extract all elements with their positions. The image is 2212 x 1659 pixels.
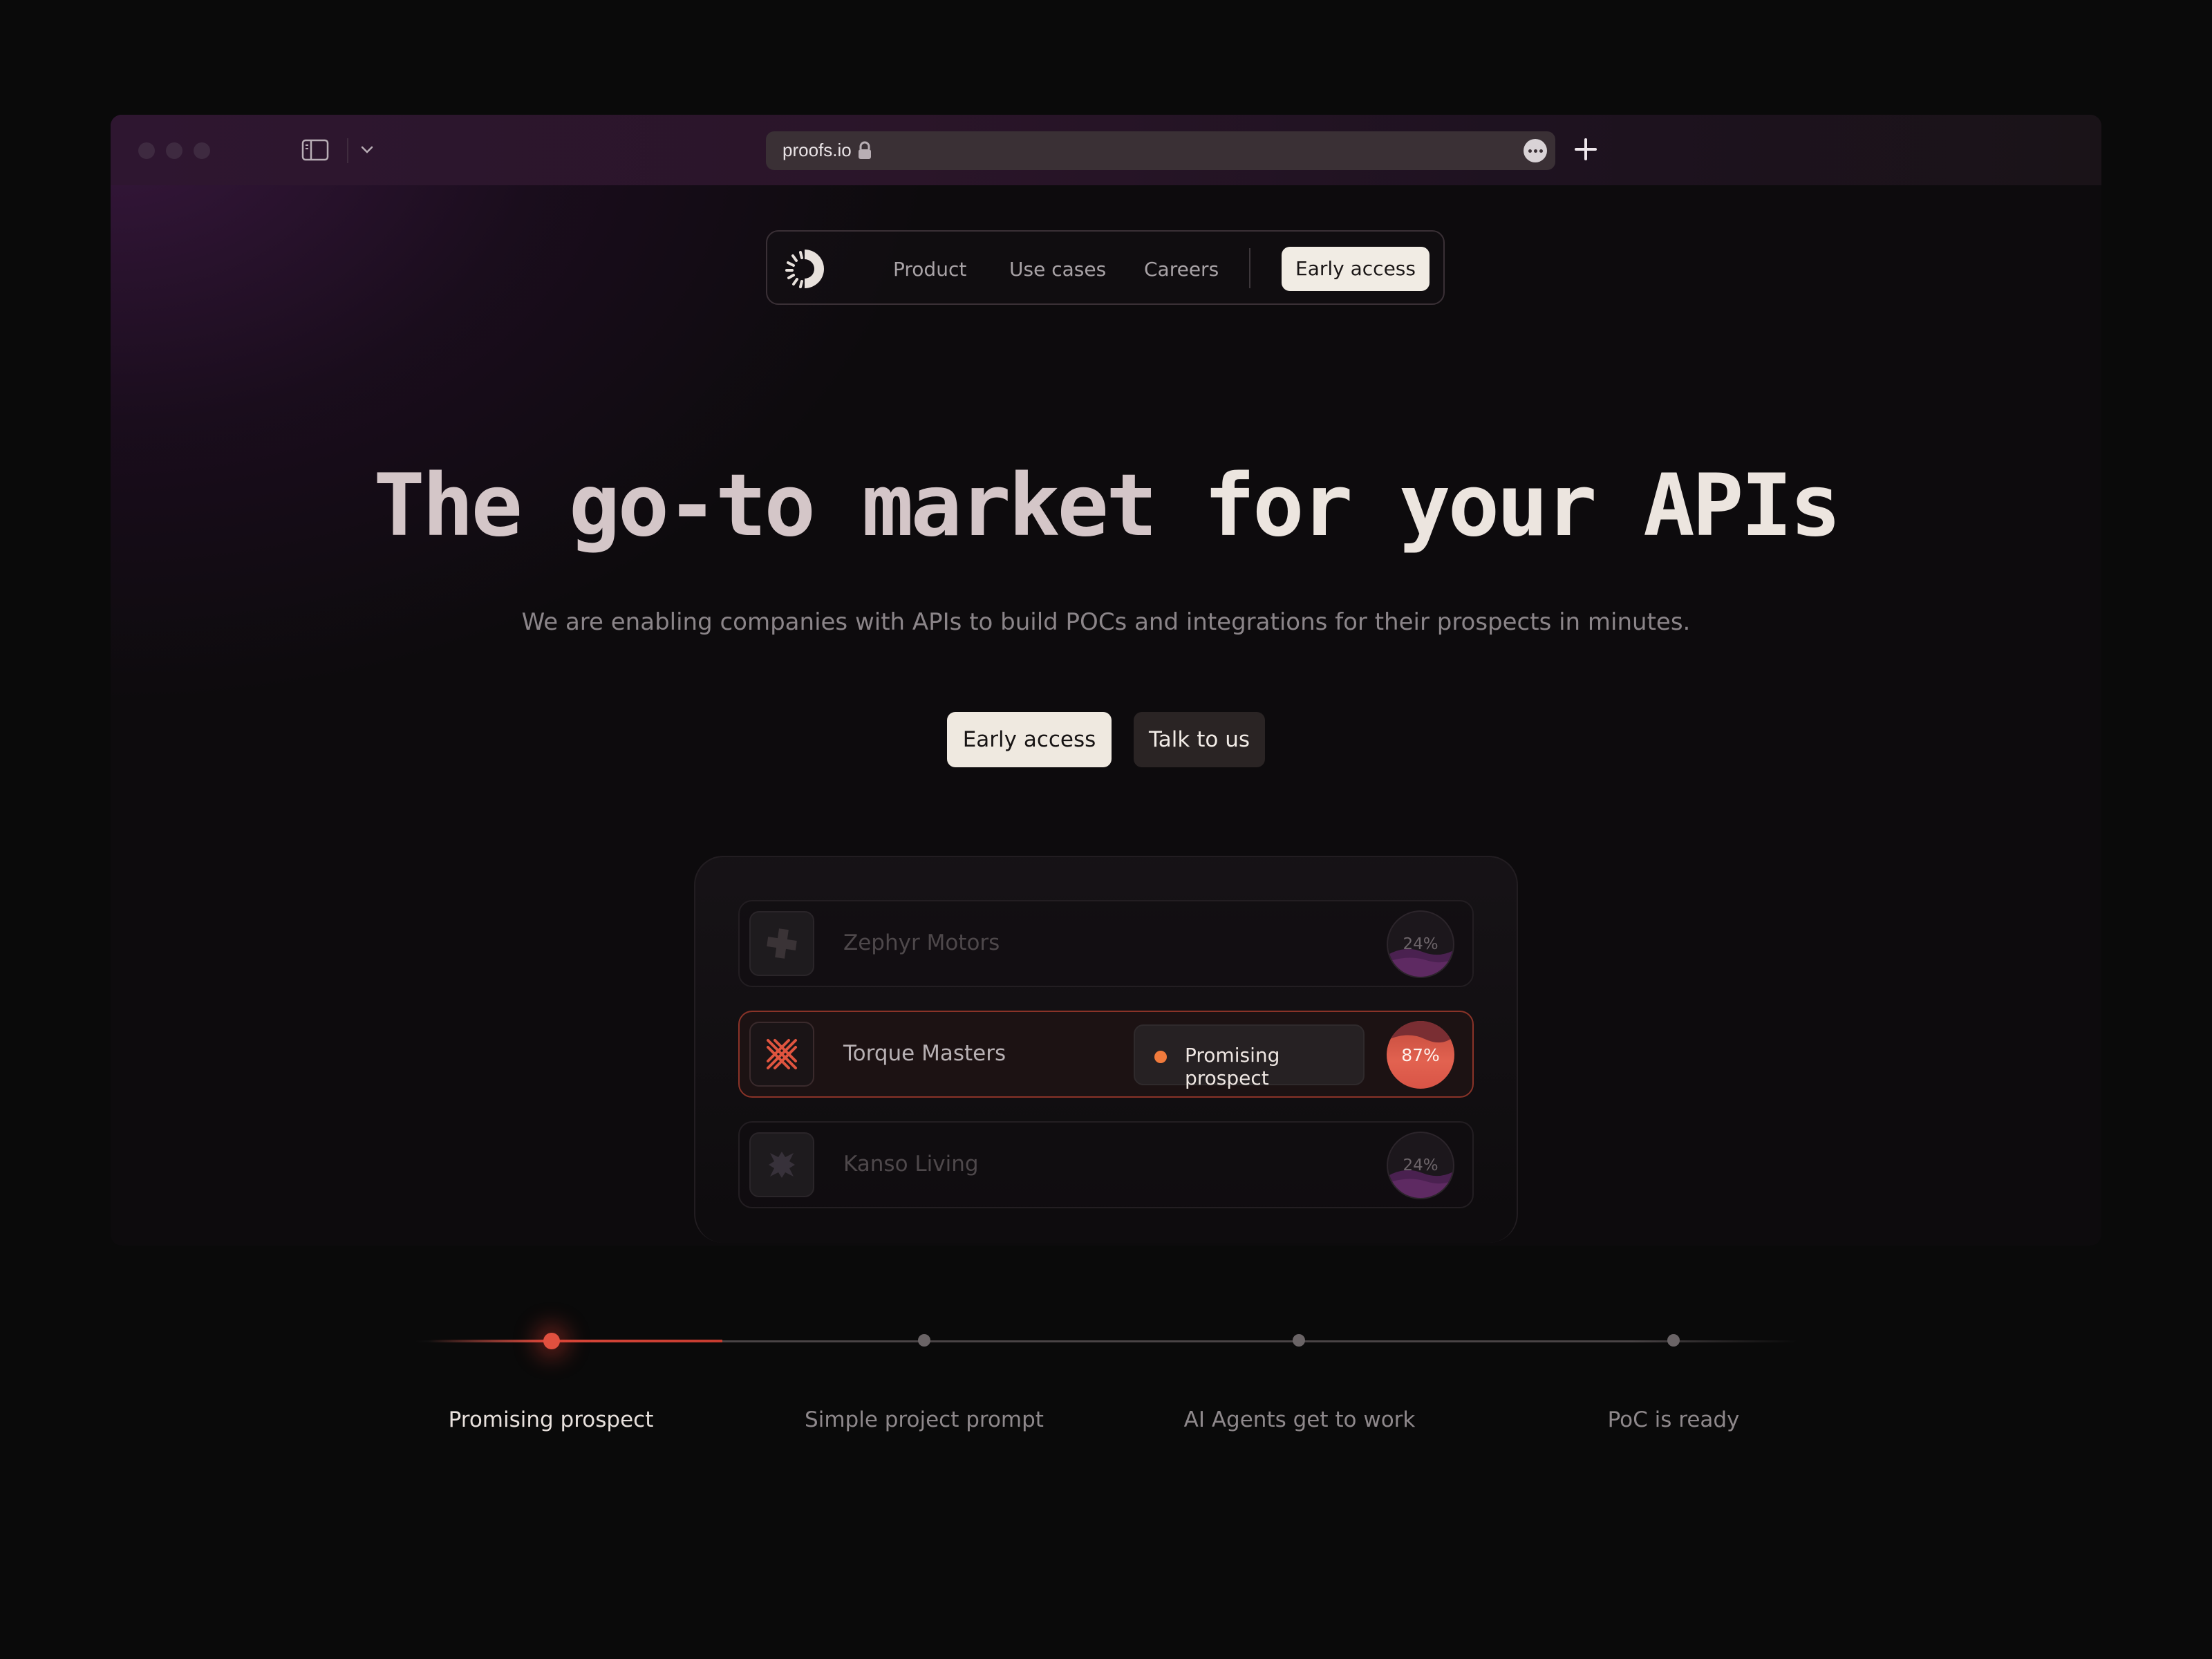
hero-subtitle: We are enabling companies with APIs to b…: [521, 608, 1691, 636]
close-window-button[interactable]: [138, 142, 155, 159]
score-circle: 24%: [1387, 910, 1454, 978]
chevron-down-icon[interactable]: [359, 145, 375, 155]
status-dot-icon: [1154, 1051, 1167, 1063]
minimize-window-button[interactable]: [166, 142, 182, 159]
score-value: 87%: [1401, 1045, 1440, 1065]
prospects-card: Zephyr Motors 24% Torque Masters Promisi…: [694, 856, 1518, 1243]
timeline-step-dot[interactable]: [918, 1334, 930, 1347]
site-nav: Product Use cases Careers Early access: [766, 230, 1445, 305]
more-icon[interactable]: [1524, 139, 1547, 162]
timeline-step-dot-active[interactable]: [543, 1333, 560, 1349]
timeline-step-dot[interactable]: [1667, 1334, 1680, 1347]
talk-to-us-button[interactable]: Talk to us: [1134, 712, 1265, 767]
nav-divider: [1249, 248, 1250, 288]
sidebar-icon[interactable]: [301, 138, 329, 162]
hero-title-part1: The go-to market: [373, 456, 1157, 556]
prospect-row-active[interactable]: Torque Masters Promising prospect 87%: [738, 1011, 1474, 1098]
hero-title: The go-to market for your APIs: [0, 456, 2212, 556]
timeline-progress: [429, 1340, 722, 1342]
proofs-logo-icon[interactable]: [781, 245, 828, 292]
nav-link-use-cases[interactable]: Use cases: [1009, 258, 1106, 281]
early-access-button[interactable]: Early access: [947, 712, 1112, 767]
timeline-step-label[interactable]: AI Agents get to work: [1127, 1407, 1472, 1432]
status-badge: Promising prospect: [1134, 1024, 1365, 1089]
asterisk-shape-icon: [749, 1132, 814, 1197]
prospect-row[interactable]: Kanso Living 24%: [738, 1121, 1474, 1208]
zoom-window-button[interactable]: [194, 142, 210, 159]
plus-shape-icon: [749, 911, 814, 976]
crosshatch-icon: [749, 1022, 814, 1087]
url-text[interactable]: proofs.io: [782, 140, 852, 161]
toolbar-divider: [347, 138, 348, 163]
nav-early-access-button[interactable]: Early access: [1282, 247, 1430, 291]
address-bar[interactable]: proofs.io: [766, 131, 1555, 170]
score-value: 24%: [1403, 1156, 1438, 1174]
status-badge-text: Promising prospect: [1185, 1044, 1280, 1089]
timeline-step-label[interactable]: Simple project prompt: [751, 1407, 1097, 1432]
score-circle: 24%: [1387, 1132, 1454, 1199]
score-value: 24%: [1403, 935, 1438, 953]
plus-icon[interactable]: [1571, 134, 1601, 165]
browser-titlebar: proofs.io: [111, 115, 2101, 185]
hero-title-part2: for your APIs: [1203, 456, 1841, 556]
prospect-name: Zephyr Motors: [843, 930, 1000, 955]
score-circle: 87%: [1387, 1021, 1454, 1089]
prospect-name: Kanso Living: [843, 1152, 979, 1177]
nav-link-product[interactable]: Product: [893, 258, 966, 281]
prospect-row[interactable]: Zephyr Motors 24%: [738, 900, 1474, 987]
timeline-step-dot[interactable]: [1293, 1334, 1305, 1347]
nav-link-careers[interactable]: Careers: [1144, 258, 1219, 281]
prospect-name: Torque Masters: [843, 1041, 1006, 1066]
timeline-step-label[interactable]: Promising prospect: [378, 1407, 724, 1432]
lock-icon: [859, 141, 871, 159]
timeline-step-label[interactable]: PoC is ready: [1501, 1407, 1846, 1432]
